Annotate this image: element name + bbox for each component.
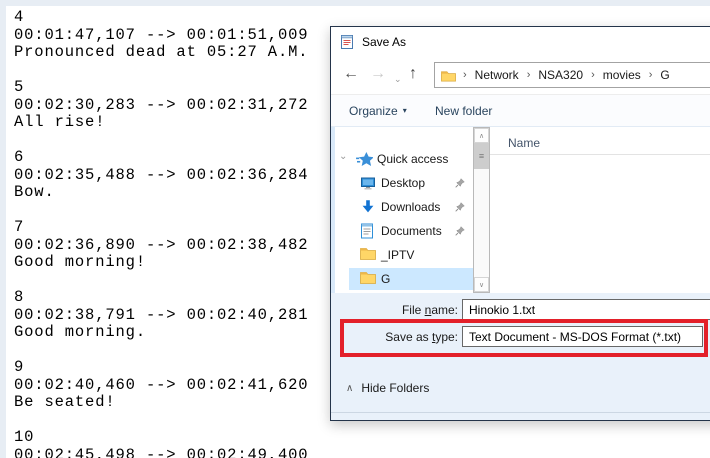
- browser-area: ⌄ Quick access Desktop Downloads Documen…: [331, 127, 710, 293]
- scroll-up-button[interactable]: ∧: [474, 128, 489, 143]
- label-text: Save as: [385, 330, 432, 344]
- breadcrumb-separator-icon: ›: [648, 69, 653, 81]
- tree-item-label: G: [381, 272, 391, 286]
- save-as-type-label: Save as type:: [331, 330, 458, 344]
- header-divider: [490, 154, 710, 155]
- scroll-track[interactable]: [474, 169, 489, 277]
- breadcrumb-separator-icon: ›: [526, 69, 531, 81]
- breadcrumb-separator-icon: ›: [463, 69, 467, 81]
- screen: 4 00:01:47,107 --> 00:01:51,009 Pronounc…: [0, 0, 710, 458]
- name-column-header[interactable]: Name: [508, 136, 540, 150]
- tree-item-desktop[interactable]: Desktop: [335, 171, 473, 195]
- quick-access-star-icon: [356, 151, 373, 166]
- organize-label: Organize: [349, 103, 398, 118]
- documents-icon: [360, 223, 374, 239]
- scroll-grip-icon: ≡: [478, 151, 485, 161]
- folder-icon: [360, 247, 376, 260]
- notepad-icon: [339, 34, 355, 50]
- command-bar: Organize ▾ New folder: [331, 94, 710, 127]
- chevron-up-icon: ∧: [346, 382, 354, 394]
- downloads-icon: [360, 199, 376, 215]
- breadcrumb-item-nsa320[interactable]: NSA320: [532, 68, 589, 82]
- file-name-input[interactable]: [462, 299, 710, 320]
- chevron-down-icon[interactable]: ⌄: [339, 151, 347, 162]
- tree-item-downloads[interactable]: Downloads: [335, 195, 473, 219]
- new-folder-label: New folder: [435, 103, 493, 118]
- forward-arrow-icon[interactable]: →: [370, 64, 386, 84]
- chevron-down-icon: ▾: [402, 106, 407, 115]
- dialog-titlebar[interactable]: Save As: [331, 27, 710, 56]
- pin-icon: [455, 226, 465, 236]
- scroll-thumb[interactable]: ≡: [474, 143, 489, 169]
- tree-item-label: Documents: [381, 224, 442, 238]
- save-as-type-select[interactable]: Text Document - MS-DOS Format (*.txt): [462, 326, 703, 347]
- label-text: ame:: [431, 303, 458, 317]
- tree-item-label: _IPTV: [381, 248, 415, 262]
- dialog-footer: File name: Save as type: Text Document -…: [331, 293, 710, 420]
- save-as-dialog: Save As ← → ⌄ ↑ › Network › NSA320 › mov…: [330, 26, 710, 421]
- breadcrumb-item-g[interactable]: G: [654, 68, 675, 82]
- folder-icon: [360, 271, 376, 284]
- organize-button[interactable]: Organize ▾: [349, 95, 407, 126]
- tree-item-label: Quick access: [377, 152, 449, 166]
- navigation-bar: ← → ⌄ ↑ › Network › NSA320 › movies › G: [331, 56, 710, 94]
- desktop-icon: [360, 175, 376, 191]
- breadcrumb-separator-icon: ›: [591, 69, 595, 81]
- address-bar[interactable]: › Network › NSA320 › movies › G: [434, 62, 710, 88]
- tree-item-quick-access[interactable]: ⌄ Quick access: [335, 147, 473, 171]
- tree-scrollbar[interactable]: ∧ ≡ ∨: [473, 127, 490, 293]
- hide-folders-button[interactable]: ∧ Hide Folders: [346, 381, 429, 395]
- navigation-tree: ⌄ Quick access Desktop Downloads Documen…: [335, 127, 473, 293]
- back-arrow-icon[interactable]: ←: [343, 64, 359, 84]
- scroll-down-button[interactable]: ∨: [474, 277, 489, 292]
- tree-item-g-selected[interactable]: G: [335, 267, 473, 291]
- hide-folders-label: Hide Folders: [361, 381, 430, 395]
- tree-item-label: Desktop: [381, 176, 426, 190]
- breadcrumb-item-network[interactable]: Network: [469, 68, 525, 82]
- tree-item-iptv[interactable]: _IPTV: [335, 243, 473, 267]
- tree-item-documents[interactable]: Documents: [335, 219, 473, 243]
- pin-icon: [455, 202, 465, 212]
- pin-icon: [455, 178, 465, 188]
- up-arrow-icon[interactable]: ↑: [409, 64, 417, 84]
- folder-icon: [441, 69, 456, 82]
- breadcrumb-item-movies[interactable]: movies: [597, 68, 647, 82]
- file-name-label: File name:: [331, 303, 458, 317]
- dialog-title: Save As: [362, 34, 407, 49]
- footer-divider: [331, 412, 710, 413]
- file-list[interactable]: Name: [490, 127, 710, 293]
- save-as-type-value: Text Document - MS-DOS Format (*.txt): [469, 329, 682, 344]
- label-text: ype:: [435, 330, 458, 344]
- label-text: File: [401, 303, 425, 317]
- tree-item-label: Downloads: [381, 200, 441, 214]
- recent-locations-chevron-icon[interactable]: ⌄: [394, 69, 402, 89]
- new-folder-button[interactable]: New folder: [435, 95, 492, 126]
